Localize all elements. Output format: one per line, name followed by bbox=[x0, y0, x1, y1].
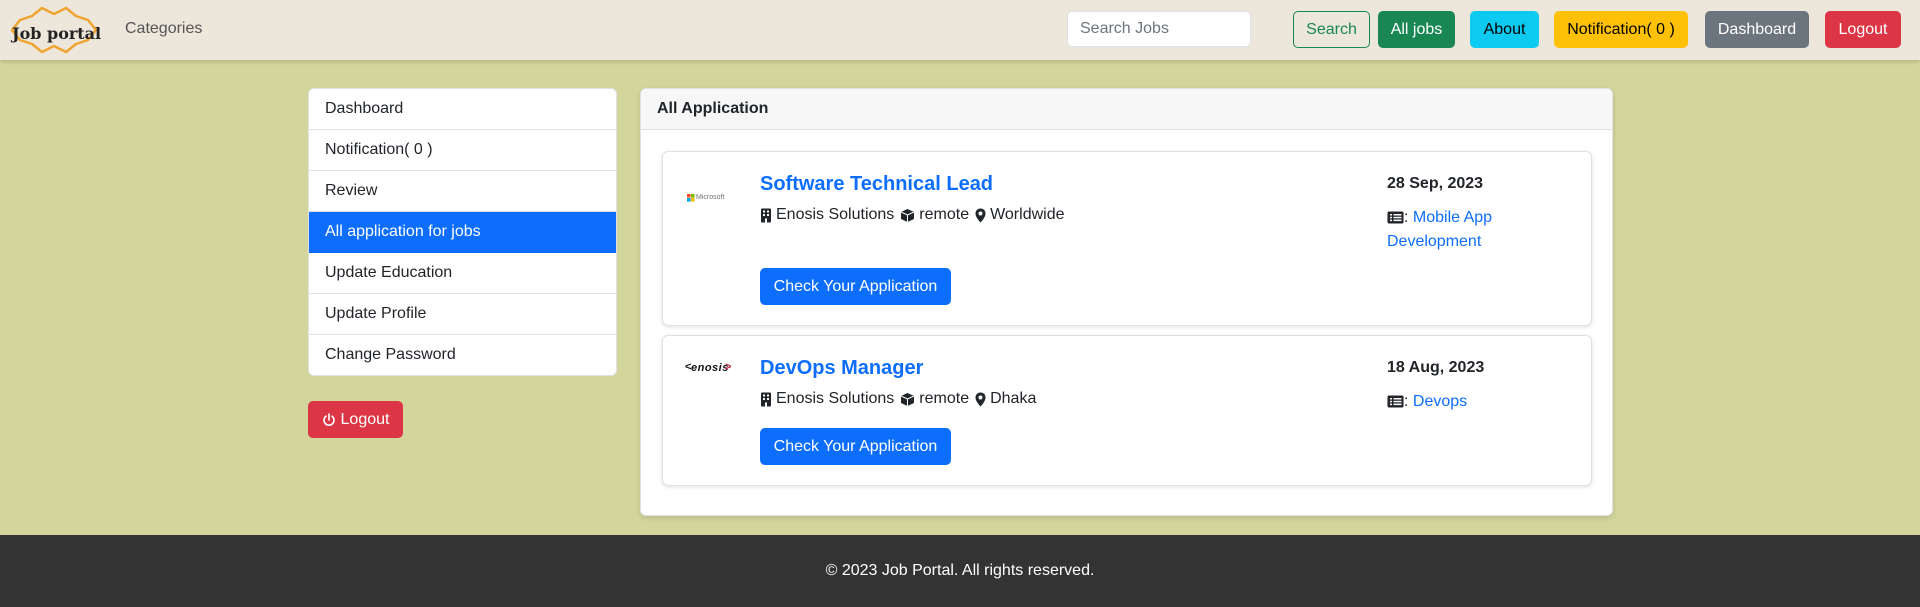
sidebar-menu: Dashboard Notification( 0 ) Review All a… bbox=[308, 88, 617, 376]
footer: © 2023 Job Portal. All rights reserved. bbox=[0, 535, 1920, 607]
footer-copyright: © 2023 Job Portal. All rights reserved. bbox=[825, 562, 1095, 579]
search-input[interactable] bbox=[1067, 11, 1251, 47]
job-title-link[interactable]: DevOps Manager bbox=[760, 357, 923, 380]
sidebar-item-update-education[interactable]: Update Education bbox=[309, 253, 616, 294]
box-icon bbox=[901, 392, 915, 406]
location-pin-icon bbox=[975, 208, 986, 222]
check-application-button[interactable]: Check Your Application bbox=[760, 268, 951, 305]
building-icon bbox=[761, 392, 771, 406]
location-pin-icon bbox=[975, 392, 986, 406]
nav-categories-link[interactable]: Categories bbox=[125, 20, 202, 38]
notification-button[interactable]: Notification( 0 ) bbox=[1554, 11, 1688, 48]
company-logo-enosis: enosis < > bbox=[685, 361, 732, 374]
search-button[interactable]: Search bbox=[1293, 11, 1370, 48]
job-category: : Devops bbox=[1387, 390, 1517, 414]
brand-logo[interactable]: Job portal bbox=[8, 4, 104, 56]
list-icon bbox=[1387, 211, 1404, 224]
sidebar-item-update-profile[interactable]: Update Profile bbox=[309, 294, 616, 335]
job-location: Dhaka bbox=[990, 390, 1037, 407]
navbar-logout-button[interactable]: Logout bbox=[1825, 11, 1901, 48]
about-button[interactable]: About bbox=[1470, 11, 1539, 48]
job-location: Worldwide bbox=[990, 206, 1065, 223]
sidebar-item-notification[interactable]: Notification( 0 ) bbox=[309, 130, 616, 171]
application-date: 28 Sep, 2023 bbox=[1387, 175, 1484, 192]
brand-name: Job portal bbox=[12, 24, 102, 43]
job-category: : Mobile App Development bbox=[1387, 206, 1517, 254]
building-icon bbox=[761, 208, 771, 222]
job-type: remote bbox=[919, 390, 970, 407]
check-application-button[interactable]: Check Your Application bbox=[760, 428, 951, 465]
category-separator: : bbox=[1404, 393, 1409, 410]
category-link[interactable]: Devops bbox=[1413, 393, 1467, 410]
sidebar-logout-button[interactable]: Logout bbox=[308, 401, 403, 438]
company-logo-microsoft: Microsoft bbox=[685, 188, 731, 208]
application-card: Microsoft Software Technical Lead Enosis… bbox=[662, 151, 1592, 326]
company-name: Enosis Solutions bbox=[776, 390, 895, 407]
company-name: Enosis Solutions bbox=[776, 206, 895, 223]
job-title-link[interactable]: Software Technical Lead bbox=[760, 173, 993, 196]
application-card: enosis < > DevOps Manager Enosis Solutio… bbox=[662, 335, 1592, 486]
all-jobs-button[interactable]: All jobs bbox=[1378, 11, 1455, 48]
box-icon bbox=[901, 208, 915, 222]
job-meta: Enosis Solutions remote Worldwide bbox=[760, 206, 1065, 224]
applications-panel: All Application Microsoft Software Techn… bbox=[640, 88, 1613, 516]
job-type: remote bbox=[919, 206, 970, 223]
sidebar-item-all-applications[interactable]: All application for jobs bbox=[309, 212, 616, 253]
category-separator: : bbox=[1404, 209, 1409, 226]
application-date: 18 Aug, 2023 bbox=[1387, 359, 1485, 376]
power-icon bbox=[322, 412, 335, 426]
job-meta: Enosis Solutions remote Dhaka bbox=[760, 390, 1036, 408]
dashboard-button[interactable]: Dashboard bbox=[1705, 11, 1809, 48]
panel-title: All Application bbox=[641, 89, 1612, 130]
sidebar-item-dashboard[interactable]: Dashboard bbox=[309, 89, 616, 130]
list-icon bbox=[1387, 395, 1404, 408]
company-logo-text: Microsoft bbox=[696, 194, 725, 201]
sidebar-item-change-password[interactable]: Change Password bbox=[309, 335, 616, 375]
sidebar-item-review[interactable]: Review bbox=[309, 171, 616, 212]
sidebar-logout-label: Logout bbox=[340, 410, 390, 428]
top-navbar: Job portal Categories Search All jobs Ab… bbox=[0, 0, 1920, 60]
company-logo-text: enosis bbox=[691, 362, 729, 374]
